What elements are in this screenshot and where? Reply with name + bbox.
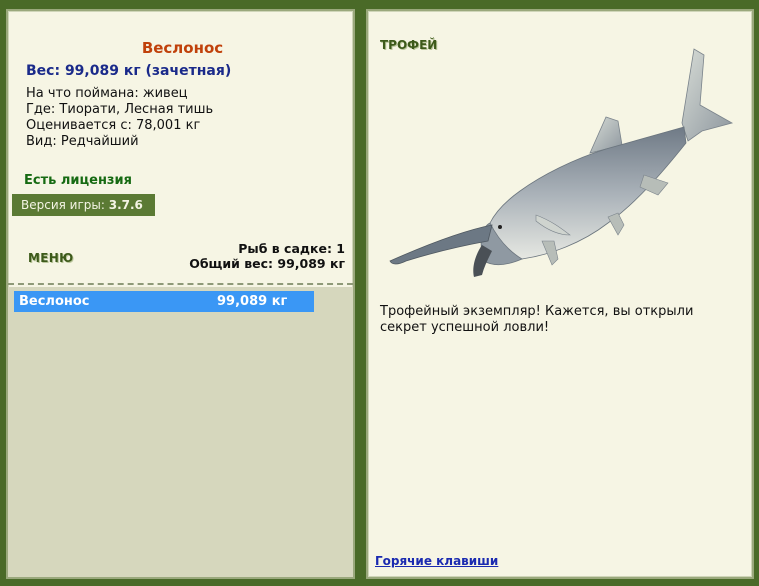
fish-weight: Вес: 99,089 кг (зачетная) [26, 63, 232, 79]
catch-list: Веслонос 99,089 кг [8, 287, 353, 577]
trophy-message: Трофейный экземпляр! Кажется, вы открыли… [380, 304, 694, 335]
total-weight: Общий вес: 99,089 кг [189, 256, 345, 271]
valued-from-info: Оценивается с: 78,001 кг [26, 118, 201, 133]
menu-button[interactable]: МЕНЮ [28, 251, 73, 265]
catch-item-weight: 99,089 кг [217, 294, 288, 309]
catch-list-item[interactable]: Веслонос 99,089 кг [14, 291, 314, 312]
catch-item-name: Веслонос [19, 294, 90, 309]
location-info: Где: Тиорати, Лесная тишь [26, 102, 214, 117]
hotkeys-link[interactable]: Горячие клавиши [375, 554, 498, 568]
paddlefish-image [389, 48, 734, 277]
bait-info: На что поймана: живец [26, 86, 188, 101]
license-status: Есть лицензия [24, 173, 132, 188]
version-label: Версия игры: [21, 198, 105, 212]
kind-info: Вид: Редчайший [26, 134, 139, 149]
fish-info-panel: Веслонос Вес: 99,089 кг (зачетная) На чт… [6, 9, 355, 579]
trophy-panel: ТРОФЕЙ Трофейный экземпляр! Кажется, вы … [366, 9, 754, 579]
divider [8, 283, 353, 285]
fish-count: Рыб в садке: 1 [238, 241, 345, 256]
game-version-bar: Версия игры: 3.7.6 [12, 194, 155, 216]
keepnet-stats: Рыб в садке: 1 Общий вес: 99,089 кг [189, 241, 345, 271]
version-value: 3.7.6 [108, 198, 143, 212]
fish-name-title: Веслонос [141, 39, 224, 57]
